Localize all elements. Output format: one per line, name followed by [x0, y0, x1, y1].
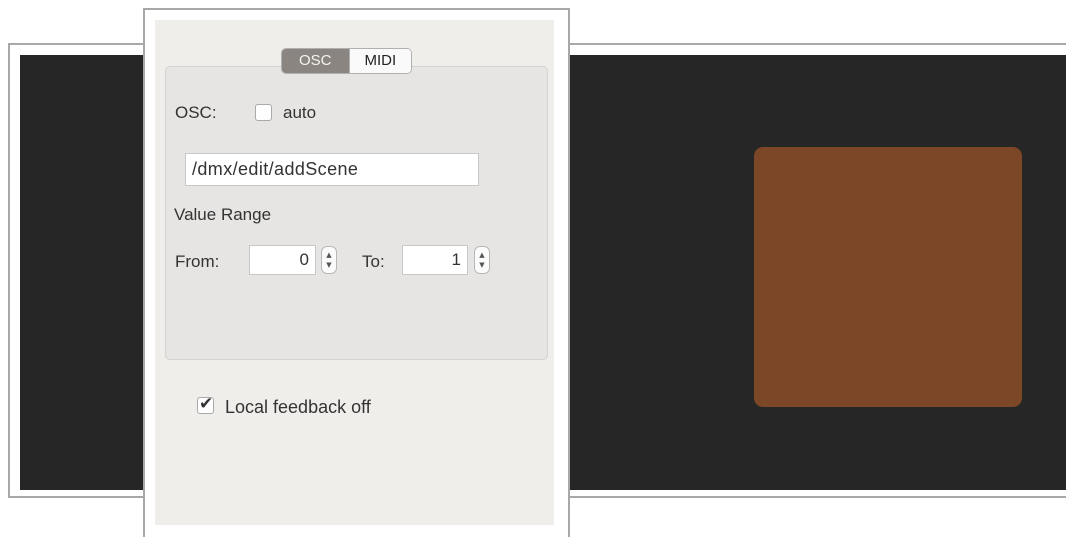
local-feedback-label: Local feedback off	[225, 397, 371, 417]
to-label: To:	[362, 252, 385, 271]
scene-pad-button[interactable]	[754, 147, 1022, 407]
protocol-segmented-control: OSC MIDI	[281, 48, 413, 74]
to-stepper-icon[interactable]: ▲ ▼	[474, 246, 490, 274]
from-label: From:	[175, 252, 220, 271]
auto-checkbox[interactable]	[255, 104, 272, 121]
from-number-field[interactable]: 0	[249, 245, 316, 275]
tab-midi[interactable]: MIDI	[348, 49, 412, 73]
local-feedback-checkbox[interactable]	[197, 394, 214, 414]
value-range-heading: Value Range	[174, 205, 272, 224]
osc-address-input[interactable]: /dmx/edit/addScene	[185, 153, 479, 186]
from-stepper-icon[interactable]: ▲ ▼	[321, 246, 337, 274]
tab-osc[interactable]: OSC	[282, 49, 349, 73]
osc-label: OSC:	[175, 103, 217, 122]
to-number-field[interactable]: 1	[402, 245, 468, 275]
auto-label: auto	[283, 103, 317, 122]
